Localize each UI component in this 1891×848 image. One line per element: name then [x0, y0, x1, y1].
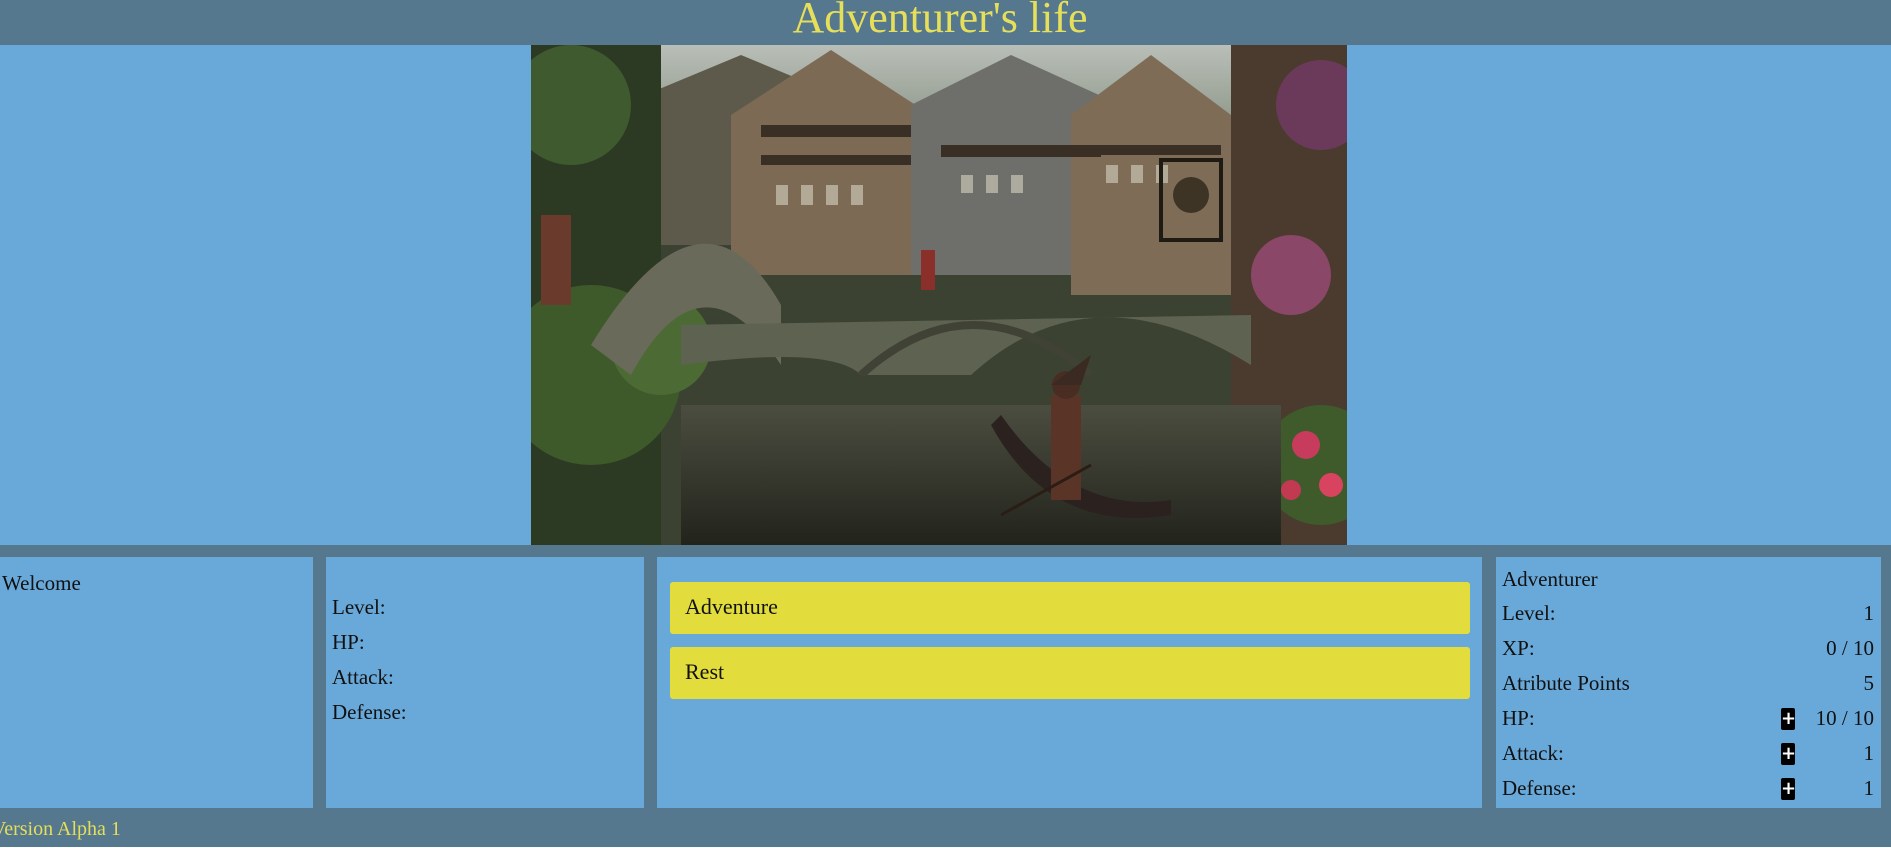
rest-button[interactable]: Rest	[670, 647, 1470, 699]
attribute-points-value: 5	[1863, 671, 1875, 695]
enemy-stats-panel: Level: HP: Attack: Defense:	[326, 557, 644, 808]
header-bar: Adventurer's life	[0, 0, 1891, 45]
enemy-attack-label: Attack:	[332, 665, 394, 689]
increase-hp-button[interactable]: +	[1781, 708, 1796, 730]
player-name: Adventurer	[1502, 567, 1598, 591]
game-title: Adventurer's life	[792, 0, 1088, 42]
increase-defense-button[interactable]: +	[1781, 778, 1796, 800]
player-hp-row: HP: + 10 / 10	[1502, 704, 1874, 734]
player-defense-value: 1	[1863, 776, 1875, 800]
enemy-defense-label: Defense:	[332, 700, 407, 724]
increase-attack-button[interactable]: +	[1781, 743, 1796, 765]
player-attack-row: Attack: + 1	[1502, 739, 1874, 769]
player-xp-label: XP:	[1502, 636, 1535, 660]
attribute-points-row: Atribute Points 5	[1502, 669, 1874, 699]
player-defense-row: Defense: + 1	[1502, 774, 1874, 804]
message-log-panel: Welcome	[0, 557, 313, 808]
adventure-button-label: Adventure	[685, 594, 778, 619]
player-level-label: Level:	[1502, 601, 1556, 625]
scene-area	[0, 45, 1891, 545]
player-attack-value: 1	[1863, 741, 1875, 765]
player-xp-row: XP: 0 / 10	[1502, 634, 1874, 664]
version-label: Version Alpha 1	[0, 818, 121, 840]
log-message: Welcome	[2, 571, 81, 595]
player-hp-label: HP:	[1502, 706, 1535, 730]
actions-panel: Adventure Rest	[657, 557, 1482, 808]
enemy-hp-label: HP:	[332, 630, 365, 654]
adventure-button[interactable]: Adventure	[670, 582, 1470, 634]
player-xp-value: 0 / 10	[1826, 636, 1874, 660]
enemy-level-label: Level:	[332, 595, 386, 619]
bottom-bar: Welcome Level: HP: Attack: Defense: Adve…	[0, 545, 1891, 847]
rest-button-label: Rest	[685, 659, 725, 684]
player-defense-label: Defense:	[1502, 776, 1577, 800]
player-hp-value: 10 / 10	[1815, 706, 1874, 730]
player-level-row: Level: 1	[1502, 599, 1874, 629]
player-level-value: 1	[1863, 601, 1875, 625]
scene-image	[531, 45, 1347, 545]
player-stats-panel: Adventurer Level: 1 XP: 0 / 10 Atribute …	[1496, 557, 1881, 808]
attribute-points-label: Atribute Points	[1502, 671, 1630, 695]
player-attack-label: Attack:	[1502, 741, 1564, 765]
